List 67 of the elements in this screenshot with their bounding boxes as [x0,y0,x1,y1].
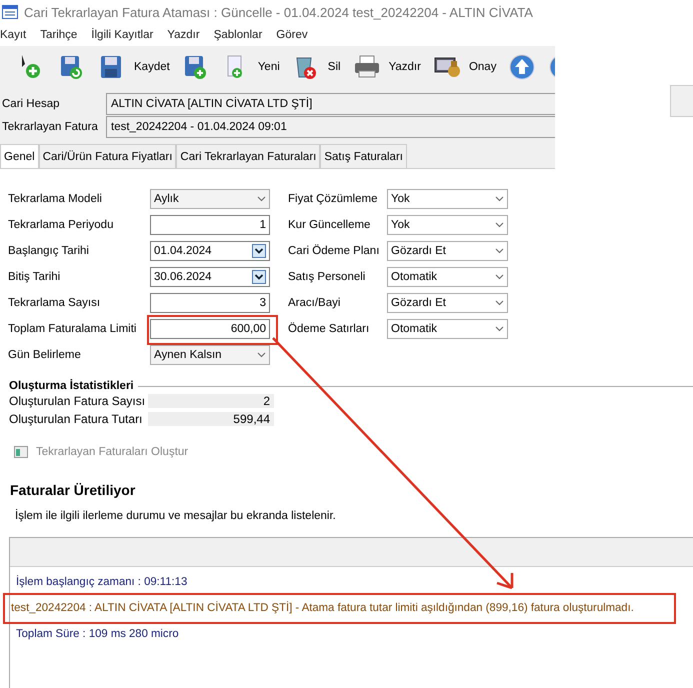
section-title: Oluşturma İstatistikleri [9,380,134,392]
window-title: Cari Tekrarlayan Fatura Ataması : Güncelle - 01.04.2024 test_20242204 - ALTIN CİVATA [24,4,533,20]
toolbar-button[interactable]: Onay [428,53,500,81]
menu-item[interactable]: Kayıt [0,29,26,41]
stat-value: 2 [148,394,274,408]
dropdown[interactable]: Aylık [150,189,270,209]
field-label: Cari Hesap [1,98,61,110]
stat-label: Oluşturulan Fatura Sayısı [9,394,146,408]
menu-item[interactable]: Yazdır [167,29,200,41]
tab[interactable]: Cari/Ürün Fatura Fiyatları [38,144,176,168]
chevron-icon [495,326,504,332]
chevron-icon [257,196,266,202]
dropdown-button[interactable] [252,270,266,284]
tab[interactable]: Satış Faturaları [320,144,407,168]
dropdown[interactable]: Gözardı Et [387,241,508,261]
input-field[interactable]: test_20242204 - 01.04.2024 09:01 [106,116,555,138]
log-message: test_20242204 : ALTIN CİVATA [ALTIN CİVATA LTD ŞTİ] - Atama fatura tutar limiti aşıldığından (899,16) fatura oluşturulmadı. [11,602,634,614]
toolbar-button[interactable]: Yazdır [348,53,425,81]
field-label: Satış Personeli [288,271,366,283]
field-label: Başlangıç Tarihi [8,245,90,257]
tab[interactable]: Genel [0,144,39,168]
chevron-icon [495,300,504,306]
dropdown-button[interactable] [252,244,266,258]
field-label: Kur Güncelleme [288,219,372,231]
field-label: Tekrarlama Sayısı [8,297,102,309]
toolbar-button[interactable]: Sil [288,53,345,81]
input-field[interactable]: 1 [150,215,270,235]
date-field[interactable]: 01.04.2024 [150,241,270,261]
dropdown[interactable]: Otomatik [387,319,508,339]
progress-title: Faturalar Üretiliyor [10,482,136,498]
field-label: Tekrarlayan Fatura [1,120,99,132]
tab[interactable]: Cari Tekrarlayan Faturaları [176,144,320,168]
chevron-icon [495,274,504,280]
chevron-icon [495,248,504,254]
progress-description: İşlem ile ilgili ilerleme durumu ve mesajlar bu ekranda listelenir. [15,510,337,522]
field-label: Gün Belirleme [8,349,82,361]
chevron-icon [495,222,504,228]
dropdown[interactable]: Yok [387,189,508,209]
input-field[interactable]: ALTIN CİVATA [ALTIN CİVATA LTD ŞTİ] [106,92,555,114]
dropdown[interactable]: Yok [387,215,508,235]
field-label: Fiyat Çözümleme [288,193,378,205]
chevron-icon [495,196,504,202]
field-label: Toplam Faturalama Limiti [8,323,138,335]
toolbar-button[interactable]: Yeni [218,53,284,81]
field-label: Tekrarlama Modeli [8,193,103,205]
stat-value: 599,44 [148,412,274,426]
input-field[interactable]: 600,00 [150,319,270,339]
log-message: İşlem başlangıç zamanı : 09:11:13 [16,576,188,588]
field-label: Aracı/Bayi [288,297,342,309]
input-field[interactable]: 3 [150,293,270,313]
field-label: Bitiş Tarihi [8,271,62,283]
chevron-icon [257,352,266,358]
field-label: Tekrarlama Periyodu [8,219,114,231]
log-message: Toplam Süre : 109 ms 280 micro [16,628,179,640]
dropdown[interactable]: Aynen Kalsın [150,345,270,365]
menu-item[interactable]: Şablonlar [214,29,262,41]
dropdown[interactable]: Otomatik [387,267,508,287]
menu-item[interactable]: Tarihçe [40,29,78,41]
toolbar-button[interactable]: Kaydet [94,53,174,81]
menu-item[interactable]: İlgili Kayıtlar [91,29,154,41]
field-label: Cari Ödeme Planı [288,245,380,257]
dropdown[interactable]: Gözardı Et [387,293,508,313]
window-icon [14,446,28,458]
field-label: Ödeme Satırları [288,323,370,335]
menu-item[interactable]: Görev [276,29,308,41]
stat-label: Oluşturulan Fatura Tutarı [9,412,144,426]
date-field[interactable]: 30.06.2024 [150,267,270,287]
